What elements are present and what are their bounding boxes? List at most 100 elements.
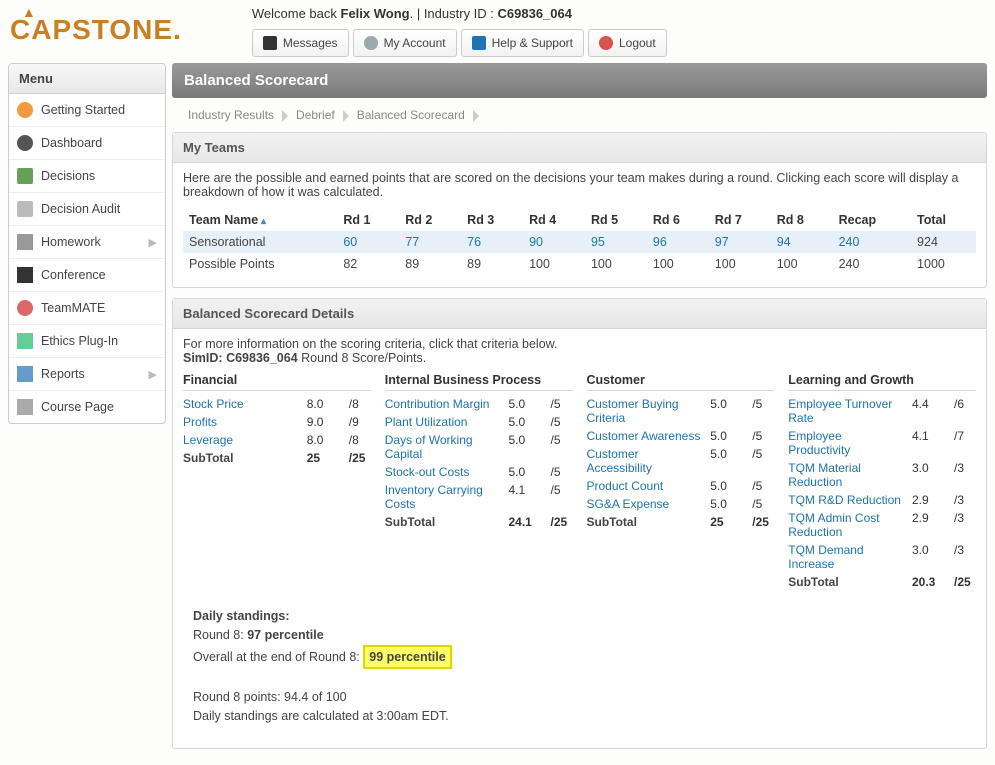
criteria-name[interactable]: Plant Utilization [385,415,503,429]
criteria-name[interactable]: SG&A Expense [587,497,705,511]
criteria-name[interactable]: Employee Productivity [788,429,906,457]
score-link[interactable]: 95 [591,235,605,249]
criteria-score: 4.1 [912,429,948,457]
details-heading: Balanced Scorecard Details [173,299,986,329]
scores-table: Team NameRd 1Rd 2Rd 3Rd 4Rd 5Rd 6Rd 7Rd … [183,209,976,275]
criteria-name[interactable]: Stock-out Costs [385,465,503,479]
my-account-button[interactable]: My Account [353,29,457,57]
scorecard-details-panel: Balanced Scorecard Details For more info… [172,298,987,749]
criteria-name[interactable]: Leverage [183,433,301,447]
subtotal-score: 20.3 [912,575,948,589]
table-header[interactable]: Total [911,209,976,231]
score-link[interactable]: 77 [405,235,419,249]
score-link[interactable]: 94 [777,235,791,249]
criteria-max: /3 [954,511,976,539]
score-link[interactable]: 60 [343,235,357,249]
criteria-name[interactable]: TQM Material Reduction [788,461,906,489]
criteria-max: /3 [954,493,976,507]
sidebar-item-conference[interactable]: Conference [9,259,165,292]
sidebar-item-reports[interactable]: Reports ▶ [9,358,165,391]
score-link[interactable]: 90 [529,235,543,249]
table-header[interactable]: Rd 8 [771,209,833,231]
criteria-name[interactable]: Customer Buying Criteria [587,397,705,425]
criteria-name[interactable]: TQM Demand Increase [788,543,906,571]
chevron-right-icon [282,110,288,122]
details-column: Learning and GrowthEmployee Turnover Rat… [788,373,976,591]
breadcrumb-item[interactable]: Balanced Scorecard [351,108,471,122]
subtotal-row: SubTotal24.1/25 [385,513,573,531]
subtotal-max: /25 [551,515,573,529]
chevron-right-icon: ▶ [149,368,157,381]
sidebar-item-label: Course Page [41,400,114,414]
table-header[interactable]: Team Name [183,209,337,231]
table-header[interactable]: Rd 4 [523,209,585,231]
criteria-name[interactable]: Profits [183,415,301,429]
criteria-name[interactable]: Employee Turnover Rate [788,397,906,425]
table-header[interactable]: Rd 7 [709,209,771,231]
overall-percentile-highlight: 99 percentile [363,645,451,670]
criteria-score: 3.0 [912,543,948,571]
table-header[interactable]: Recap [833,209,911,231]
sidebar-item-dashboard[interactable]: Dashboard [9,127,165,160]
criteria-row: SG&A Expense5.0/5 [587,495,775,513]
criteria-max: /5 [752,397,774,425]
sidebar-item-decision-audit[interactable]: Decision Audit [9,193,165,226]
criteria-name[interactable]: Customer Awareness [587,429,705,443]
score-link[interactable]: 96 [653,235,667,249]
sidebar-item-ethics-plug-in[interactable]: Ethics Plug-In [9,325,165,358]
criteria-row: Profits9.0/9 [183,413,371,431]
score-cell: 96 [647,231,709,253]
standings-title: Daily standings: [193,609,290,623]
sidebar-item-decisions[interactable]: Decisions [9,160,165,193]
criteria-row: Stock-out Costs5.0/5 [385,463,573,481]
total-cell: 1000 [911,253,976,275]
score-link[interactable]: 76 [467,235,481,249]
table-header[interactable]: Rd 5 [585,209,647,231]
criteria-row: Inventory Carrying Costs4.1/5 [385,481,573,513]
criteria-name[interactable]: Inventory Carrying Costs [385,483,503,511]
help-button[interactable]: Help & Support [461,29,584,57]
sidebar-item-label: Reports [41,367,85,381]
subtotal-score: 25 [710,515,746,529]
score-link[interactable]: 240 [839,235,860,249]
criteria-name[interactable]: Stock Price [183,397,301,411]
daily-standings: Daily standings: Round 8: 97 percentile … [183,607,976,736]
breadcrumb-item[interactable]: Debrief [290,108,341,122]
logout-button[interactable]: Logout [588,29,667,57]
sidebar-item-teammate[interactable]: TeamMATE [9,292,165,325]
criteria-name[interactable]: TQM Admin Cost Reduction [788,511,906,539]
criteria-score: 5.0 [710,497,746,511]
criteria-name[interactable]: Days of Working Capital [385,433,503,461]
table-header[interactable]: Rd 1 [337,209,399,231]
criteria-max: /5 [752,447,774,475]
criteria-score: 4.4 [912,397,948,425]
criteria-name[interactable]: Customer Accessibility [587,447,705,475]
table-header[interactable]: Rd 6 [647,209,709,231]
score-cell: 100 [709,253,771,275]
sidebar-item-course-page[interactable]: Course Page [9,391,165,423]
score-link[interactable]: 97 [715,235,729,249]
criteria-max: /5 [752,429,774,443]
breadcrumb-item[interactable]: Industry Results [182,108,280,122]
score-cell: 97 [709,231,771,253]
sidebar-item-getting-started[interactable]: Getting Started [9,94,165,127]
score-cell: 100 [585,253,647,275]
criteria-name[interactable]: Contribution Margin [385,397,503,411]
criteria-max: /3 [954,543,976,571]
criteria-row: Plant Utilization5.0/5 [385,413,573,431]
table-header[interactable]: Rd 2 [399,209,461,231]
criteria-score: 5.0 [710,479,746,493]
my-teams-panel: My Teams Here are the possible and earne… [172,132,987,288]
criteria-name[interactable]: TQM R&D Reduction [788,493,906,507]
menu-title: Menu [9,64,165,94]
criteria-score: 5.0 [509,397,545,411]
messages-button[interactable]: Messages [252,29,349,57]
table-header[interactable]: Rd 3 [461,209,523,231]
breadcrumb: Industry Results Debrief Balanced Scorecar… [172,98,987,132]
table-row: Possible Points8289891001001001001002401… [183,253,976,275]
details-column-title: Customer [587,373,775,391]
subtotal-max: /25 [954,575,976,589]
criteria-name[interactable]: Product Count [587,479,705,493]
sidebar-item-homework[interactable]: Homework▶ [9,226,165,259]
mail-icon [263,36,277,50]
